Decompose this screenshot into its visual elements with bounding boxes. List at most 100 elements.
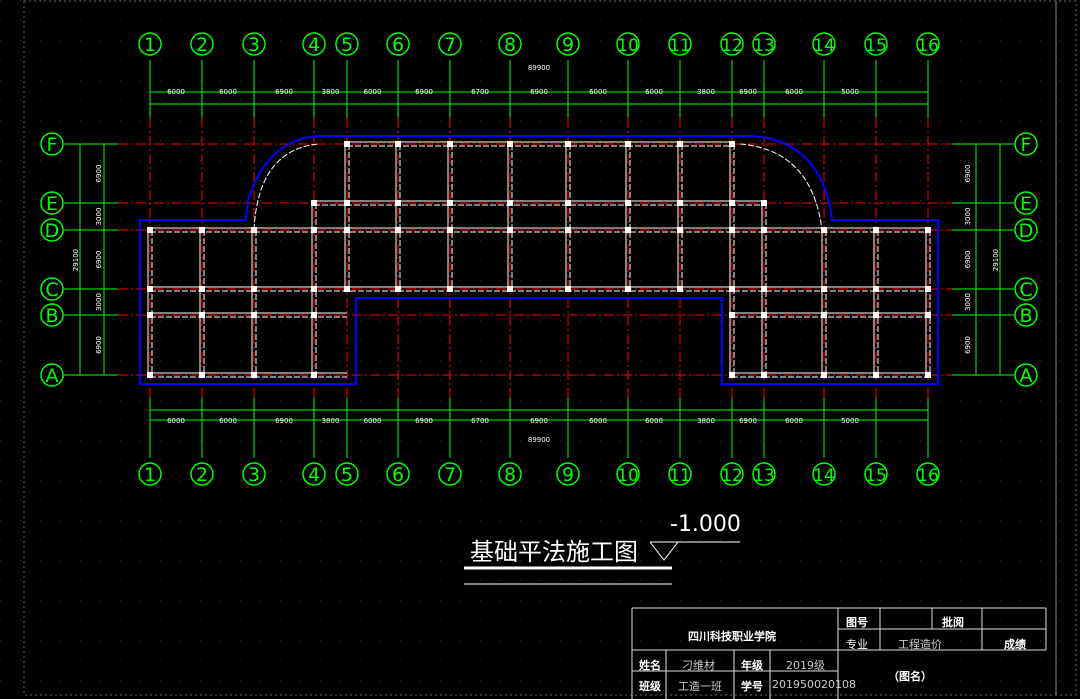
span-label-bottom: 6700 bbox=[471, 417, 489, 425]
column-square bbox=[625, 200, 631, 206]
column-square bbox=[251, 372, 257, 378]
year-label: 年级 bbox=[741, 659, 763, 672]
axis-bubble-top-3-label: 3 bbox=[248, 34, 260, 56]
span-label-top: 6000 bbox=[645, 88, 663, 96]
class-value: 工造一班 bbox=[678, 680, 722, 693]
column-square bbox=[447, 286, 453, 292]
axis-bubble-top-8-label: 8 bbox=[504, 34, 516, 56]
column-square bbox=[873, 372, 879, 378]
elevation-value: -1.000 bbox=[670, 512, 741, 537]
span-label-bottom: 6000 bbox=[364, 417, 382, 425]
drawing-no-label: 图号 bbox=[846, 616, 868, 629]
column-square bbox=[821, 312, 827, 318]
column-square bbox=[344, 200, 350, 206]
column-square bbox=[625, 227, 631, 233]
axis-bubble-right-A-label: A bbox=[1020, 365, 1033, 387]
column-square bbox=[729, 286, 735, 292]
axis-bubble-bottom-12-label: 12 bbox=[721, 466, 743, 486]
column-square bbox=[507, 141, 513, 147]
foundation-plan-canvas: 6000 6000 6000 6000 6900 6900 3800 3800 6000 6000… bbox=[0, 0, 1080, 699]
axis-bubble-bottom-16-label: 16 bbox=[917, 466, 939, 486]
year-value: 2019级 bbox=[786, 659, 825, 672]
column-square bbox=[565, 141, 571, 147]
column-square bbox=[199, 312, 205, 318]
span-label-bottom: 6000 bbox=[219, 417, 237, 425]
column-square bbox=[873, 227, 879, 233]
column-square bbox=[447, 200, 453, 206]
approve-label: 批阅 bbox=[942, 616, 964, 629]
major-value: 工程造价 bbox=[898, 638, 942, 651]
column-square bbox=[729, 141, 735, 147]
column-square bbox=[199, 227, 205, 233]
vspan-label-right: 6900 bbox=[964, 165, 972, 183]
column-square bbox=[873, 286, 879, 292]
axis-bubble-top-15-label: 15 bbox=[865, 36, 887, 56]
column-square bbox=[761, 286, 767, 292]
column-square bbox=[625, 141, 631, 147]
axis-bubble-left-B-label: B bbox=[45, 305, 58, 327]
span-label-bottom: 6900 bbox=[530, 417, 548, 425]
axis-bubble-bottom-15-label: 15 bbox=[865, 466, 887, 486]
axis-bubble-bottom-11-label: 11 bbox=[669, 466, 691, 486]
axis-bubble-top-5-label: 5 bbox=[341, 34, 353, 56]
axis-bubble-bottom-3-label: 3 bbox=[248, 464, 260, 486]
axis-bubble-top-16-label: 16 bbox=[917, 36, 939, 56]
span-label-bottom: 6900 bbox=[739, 417, 757, 425]
column-square bbox=[147, 312, 153, 318]
column-square bbox=[925, 312, 931, 318]
axis-bubble-top-13-label: 13 bbox=[753, 36, 775, 56]
column-square bbox=[507, 286, 513, 292]
column-square bbox=[677, 141, 683, 147]
span-label-bottom: 5000 bbox=[841, 417, 859, 425]
axis-bubble-top-14-label: 14 bbox=[813, 36, 835, 56]
column-square bbox=[344, 141, 350, 147]
column-square bbox=[251, 312, 257, 318]
vspan-label-left: 6900 bbox=[95, 336, 103, 354]
axis-bubble-left-C-label: C bbox=[45, 279, 58, 301]
axis-bubble-top-2-label: 2 bbox=[196, 34, 208, 56]
axis-bubble-left-E-label: E bbox=[46, 193, 58, 215]
span-label-top: 6000 bbox=[785, 88, 803, 96]
column-square bbox=[447, 141, 453, 147]
vspan-label-right: 6900 bbox=[964, 336, 972, 354]
column-square bbox=[395, 227, 401, 233]
span-label-bottom: 6000 bbox=[785, 417, 803, 425]
column-square bbox=[729, 372, 735, 378]
span-label-bottom: 6900 bbox=[415, 417, 433, 425]
span-label-top: 6000 bbox=[364, 88, 382, 96]
axis-bubble-right-D-label: D bbox=[1019, 220, 1034, 242]
span-label-top: 6900 bbox=[530, 88, 548, 96]
axis-bubble-right-E-label: E bbox=[1020, 193, 1032, 215]
column-square bbox=[677, 286, 683, 292]
axis-bubble-right-C-label: C bbox=[1019, 279, 1032, 301]
student-no-value: 201950020108 bbox=[772, 678, 856, 691]
axis-bubble-top-1-label: 1 bbox=[144, 34, 156, 56]
span-label-top: 6700 bbox=[471, 88, 489, 96]
vertical-total-left: 29100 bbox=[72, 249, 80, 271]
axis-bubble-bottom-5-label: 5 bbox=[341, 464, 353, 486]
vspan-label-left: 3000 bbox=[95, 208, 103, 226]
axis-bubble-top-4-label: 4 bbox=[308, 34, 320, 56]
span-label-bottom: 3800 bbox=[322, 417, 340, 425]
name-label: 姓名 bbox=[639, 659, 661, 672]
axis-bubble-bottom-9-label: 9 bbox=[562, 464, 574, 486]
axis-bubble-top-10-label: 10 bbox=[617, 36, 639, 56]
span-label-bottom: 6000 bbox=[167, 417, 185, 425]
span-label-top: 6900 bbox=[739, 88, 757, 96]
column-square bbox=[395, 200, 401, 206]
span-label-top: 5000 bbox=[841, 88, 859, 96]
total-length-bottom: 89900 bbox=[528, 436, 550, 444]
column-square bbox=[344, 286, 350, 292]
column-square bbox=[199, 286, 205, 292]
column-square bbox=[311, 312, 317, 318]
column-square bbox=[147, 372, 153, 378]
column-square bbox=[147, 227, 153, 233]
axis-bubble-top-7-label: 7 bbox=[444, 34, 456, 56]
column-square bbox=[507, 227, 513, 233]
column-square bbox=[507, 200, 513, 206]
axis-bubble-top-12-label: 12 bbox=[721, 36, 743, 56]
column-square bbox=[565, 286, 571, 292]
column-square bbox=[311, 227, 317, 233]
total-length-top: 89900 bbox=[528, 64, 550, 72]
axis-bubble-right-F-label: F bbox=[1021, 134, 1032, 156]
